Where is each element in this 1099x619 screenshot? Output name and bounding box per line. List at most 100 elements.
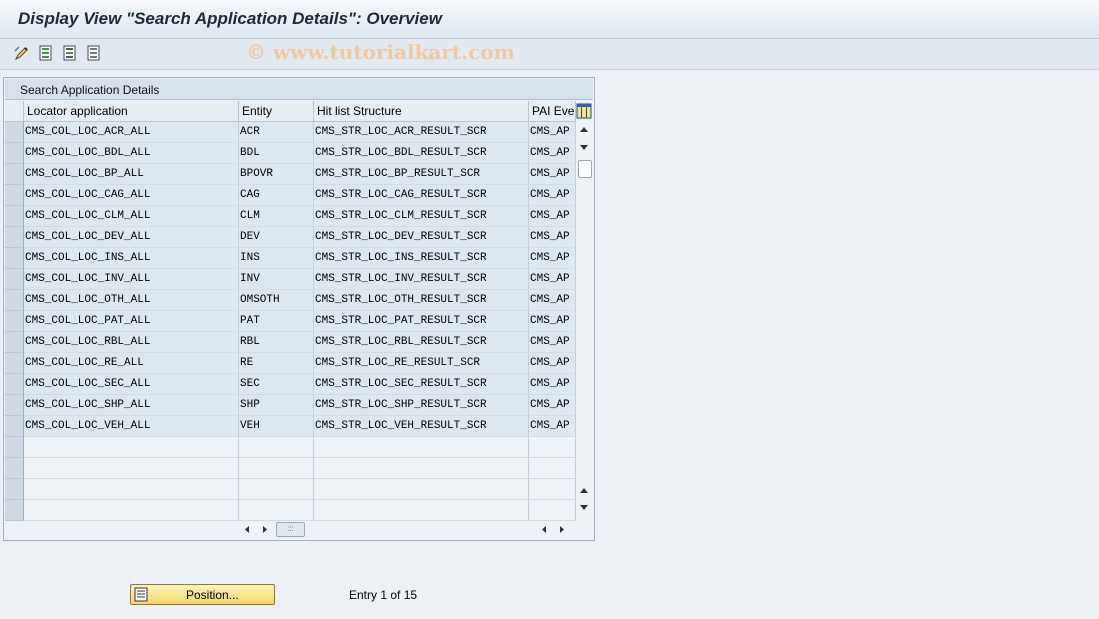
hit-list-structure-cell[interactable] [314,437,529,458]
locator-application-cell[interactable]: CMS_COL_LOC_SHP_ALL [24,395,239,416]
locator-application-cell[interactable] [24,437,239,458]
hit-list-structure-cell[interactable]: CMS_STR_LOC_OTH_RESULT_SCR [314,290,529,311]
scroll-up-icon[interactable] [579,125,589,133]
hit-list-structure-cell[interactable]: CMS_STR_LOC_PAT_RESULT_SCR [314,311,529,332]
locator-application-cell[interactable]: CMS_COL_LOC_SEC_ALL [24,374,239,395]
table-row[interactable] [5,437,576,458]
entity-cell[interactable]: BPOVR [239,164,314,185]
entity-cell[interactable] [239,437,314,458]
pai-event-cell[interactable] [529,479,576,500]
hit-list-structure-cell[interactable]: CMS_STR_LOC_RE_RESULT_SCR [314,353,529,374]
entity-cell[interactable]: SHP [239,395,314,416]
select-block-icon[interactable] [62,45,78,61]
table-row[interactable]: CMS_COL_LOC_CLM_ALL CLM CMS_STR_LOC_CLM_RE… [5,206,576,227]
locator-application-cell[interactable]: CMS_COL_LOC_CAG_ALL [24,185,239,206]
row-selector[interactable] [5,374,24,395]
row-selector[interactable] [5,290,24,311]
hit-list-structure-cell[interactable]: CMS_STR_LOC_CAG_RESULT_SCR [314,185,529,206]
entity-cell[interactable] [239,458,314,479]
pai-event-cell[interactable] [529,500,576,521]
locator-application-cell[interactable]: CMS_COL_LOC_INS_ALL [24,248,239,269]
scroll-page-up-icon[interactable] [579,486,589,494]
deselect-all-icon[interactable] [86,45,102,61]
row-selector[interactable] [5,269,24,290]
locator-application-cell[interactable]: CMS_COL_LOC_RBL_ALL [24,332,239,353]
entity-cell[interactable]: DEV [239,227,314,248]
scroll-down-icon[interactable] [579,144,589,152]
table-row[interactable]: CMS_COL_LOC_BP_ALL BPOVR CMS_STR_LOC_BP_RE… [5,164,576,185]
row-selector[interactable] [5,332,24,353]
row-selector[interactable] [5,458,24,479]
pai-event-cell[interactable]: CMS_AP [529,332,576,353]
select-all-header[interactable] [5,101,24,122]
pai-event-cell[interactable]: CMS_AP [529,395,576,416]
hit-list-structure-cell[interactable]: CMS_STR_LOC_SHP_RESULT_SCR [314,395,529,416]
entity-cell[interactable]: INV [239,269,314,290]
table-row[interactable]: CMS_COL_LOC_INV_ALL INV CMS_STR_LOC_INV_RE… [5,269,576,290]
table-row[interactable] [5,458,576,479]
entity-cell[interactable]: RE [239,353,314,374]
pai-event-cell[interactable]: CMS_AP [529,143,576,164]
select-all-icon[interactable] [38,45,54,61]
locator-application-cell[interactable]: CMS_COL_LOC_OTH_ALL [24,290,239,311]
row-selector[interactable] [5,416,24,437]
table-settings-icon[interactable] [576,103,592,119]
pai-event-cell[interactable]: CMS_AP [529,206,576,227]
entity-cell[interactable]: OMSOTH [239,290,314,311]
horizontal-scrollbar-left[interactable]: ::: [242,522,305,537]
hit-list-structure-cell[interactable] [314,500,529,521]
entity-cell[interactable]: BDL [239,143,314,164]
table-row[interactable]: CMS_COL_LOC_DEV_ALL DEV CMS_STR_LOC_DEV_RE… [5,227,576,248]
entity-cell[interactable]: VEH [239,416,314,437]
column-scroll-left-icon[interactable] [540,525,548,534]
pai-event-cell[interactable]: CMS_AP [529,290,576,311]
pai-event-cell[interactable]: CMS_AP [529,416,576,437]
table-row[interactable] [5,500,576,521]
row-selector[interactable] [5,311,24,332]
entity-cell[interactable]: ACR [239,122,314,143]
pai-event-cell[interactable]: CMS_AP [529,353,576,374]
position-button[interactable]: Position... [130,584,275,605]
locator-application-cell[interactable]: CMS_COL_LOC_INV_ALL [24,269,239,290]
pai-event-cell[interactable]: CMS_AP [529,122,576,143]
hit-list-structure-cell[interactable]: CMS_STR_LOC_VEH_RESULT_SCR [314,416,529,437]
change-icon[interactable] [14,45,30,61]
pai-event-cell[interactable]: CMS_AP [529,248,576,269]
pai-event-cell[interactable]: CMS_AP [529,164,576,185]
pai-event-cell[interactable] [529,437,576,458]
table-row[interactable]: CMS_COL_LOC_BDL_ALL BDL CMS_STR_LOC_BDL_RE… [5,143,576,164]
pai-event-cell[interactable]: CMS_AP [529,185,576,206]
table-row[interactable]: CMS_COL_LOC_SHP_ALL SHP CMS_STR_LOC_SHP_RE… [5,395,576,416]
hit-list-structure-cell[interactable] [314,458,529,479]
hit-list-structure-cell[interactable]: CMS_STR_LOC_BDL_RESULT_SCR [314,143,529,164]
scroll-right-icon[interactable] [261,525,269,534]
entity-cell[interactable]: RBL [239,332,314,353]
horizontal-scroll-thumb[interactable]: ::: [276,522,305,537]
hit-list-structure-cell[interactable]: CMS_STR_LOC_INS_RESULT_SCR [314,248,529,269]
table-row[interactable]: CMS_COL_LOC_PAT_ALL PAT CMS_STR_LOC_PAT_RE… [5,311,576,332]
row-selector[interactable] [5,206,24,227]
hit-list-structure-cell[interactable]: CMS_STR_LOC_SEC_RESULT_SCR [314,374,529,395]
vertical-scroll-thumb[interactable] [578,160,592,178]
row-selector[interactable] [5,500,24,521]
table-row[interactable]: CMS_COL_LOC_RBL_ALL RBL CMS_STR_LOC_RBL_RE… [5,332,576,353]
table-row[interactable]: CMS_COL_LOC_RE_ALL RE CMS_STR_LOC_RE_RESUL… [5,353,576,374]
scroll-left-icon[interactable] [243,525,251,534]
column-header-pai-event[interactable]: PAI Eve [529,101,576,122]
entity-cell[interactable]: CAG [239,185,314,206]
row-selector[interactable] [5,479,24,500]
hit-list-structure-cell[interactable]: CMS_STR_LOC_INV_RESULT_SCR [314,269,529,290]
hit-list-structure-cell[interactable]: CMS_STR_LOC_DEV_RESULT_SCR [314,227,529,248]
row-selector[interactable] [5,353,24,374]
locator-application-cell[interactable]: CMS_COL_LOC_RE_ALL [24,353,239,374]
scroll-page-down-icon[interactable] [579,504,589,512]
locator-application-cell[interactable]: CMS_COL_LOC_ACR_ALL [24,122,239,143]
row-selector[interactable] [5,227,24,248]
row-selector[interactable] [5,248,24,269]
locator-application-cell[interactable] [24,458,239,479]
row-selector[interactable] [5,395,24,416]
row-selector[interactable] [5,164,24,185]
table-row[interactable]: CMS_COL_LOC_INS_ALL INS CMS_STR_LOC_INS_RE… [5,248,576,269]
table-row[interactable]: CMS_COL_LOC_VEH_ALL VEH CMS_STR_LOC_VEH_RE… [5,416,576,437]
pai-event-cell[interactable]: CMS_AP [529,269,576,290]
